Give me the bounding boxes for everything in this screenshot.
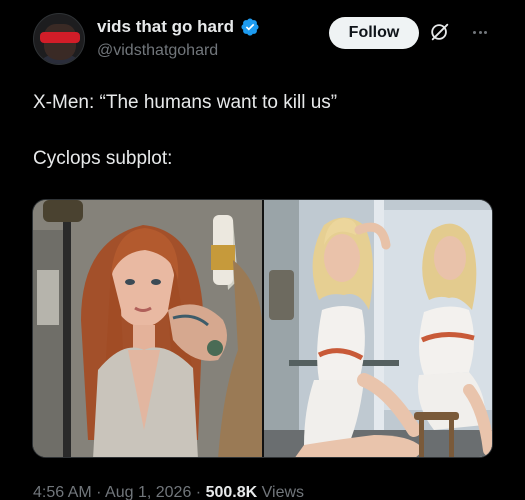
meta-separator: ·: [96, 484, 102, 500]
user-handle[interactable]: @vidsthatgohard: [97, 42, 218, 60]
tweet-date[interactable]: Aug 1, 2026: [105, 484, 191, 500]
name-row: vids that go hard: [97, 17, 260, 37]
photo-left-illustration: [33, 200, 262, 457]
grok-icon[interactable]: [429, 21, 451, 43]
tweet-time[interactable]: 4:56 AM: [33, 484, 92, 500]
tweet-text: X-Men: “The humans want to kill us” Cycl…: [33, 91, 493, 171]
photo-left[interactable]: [33, 200, 262, 457]
tweet-meta: 4:56 AM · Aug 1, 2026 · 500.8K Views: [33, 484, 304, 500]
photo-right-illustration: [264, 200, 492, 457]
follow-button[interactable]: Follow: [329, 17, 419, 49]
display-name[interactable]: vids that go hard: [97, 17, 234, 37]
paragraph-break: [33, 115, 493, 147]
avatar[interactable]: [33, 13, 85, 65]
verified-badge-icon: [241, 18, 259, 36]
avatar-visor: [40, 32, 80, 43]
tweet-text-line: Cyclops subplot:: [33, 148, 173, 169]
meta-separator: ·: [195, 484, 202, 500]
views-count: 500.8K: [205, 484, 258, 500]
media-grid: [32, 199, 493, 458]
tweet-text-line: X-Men: “The humans want to kill us”: [33, 92, 338, 113]
more-options-icon[interactable]: [469, 21, 491, 43]
tweet-header: vids that go hard @vidsthatgohard Follow: [33, 13, 503, 69]
views-label: Views: [261, 484, 305, 500]
photo-right[interactable]: [264, 200, 492, 457]
